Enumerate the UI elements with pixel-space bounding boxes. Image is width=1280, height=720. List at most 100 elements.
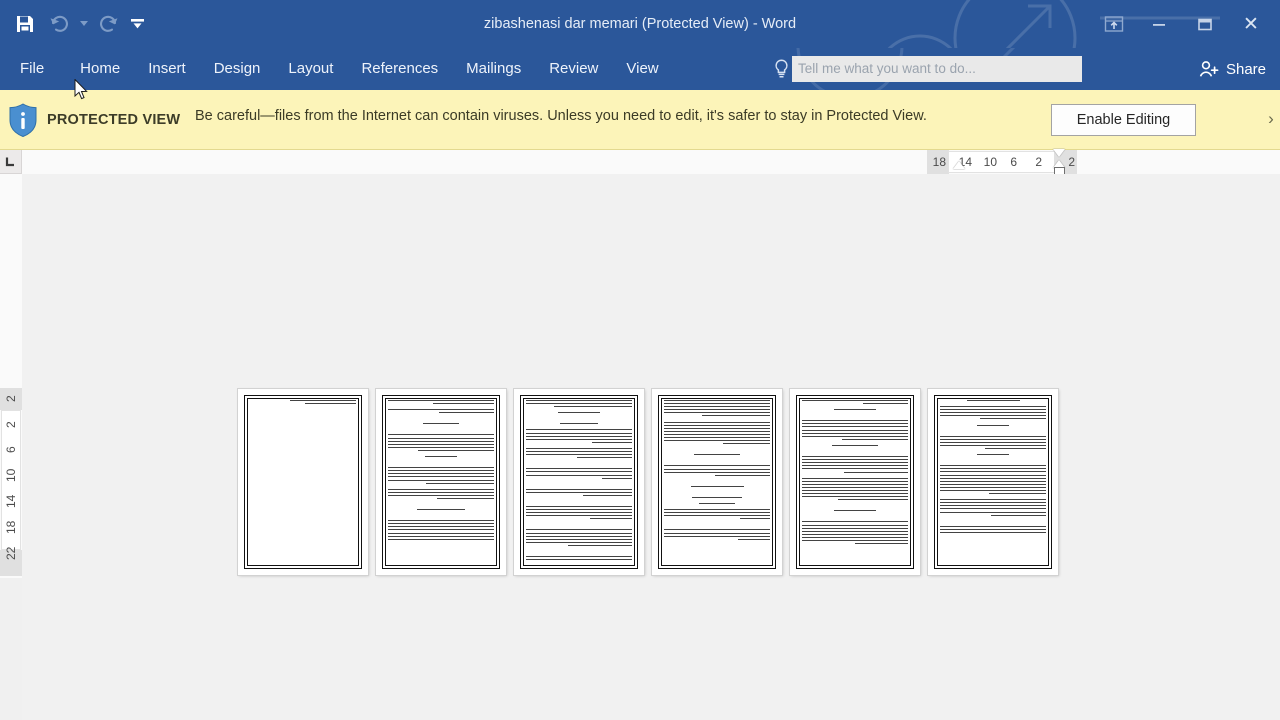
text-line	[388, 470, 494, 472]
save-button[interactable]	[8, 4, 42, 44]
paragraph	[526, 488, 632, 498]
paragraph	[526, 505, 632, 521]
tab-layout[interactable]: Layout	[274, 48, 347, 90]
text-line	[802, 486, 908, 488]
paragraph	[940, 525, 1046, 535]
text-line	[802, 426, 908, 428]
tab-stop-selector[interactable]	[0, 150, 22, 174]
maximize-restore-button[interactable]	[1182, 4, 1228, 44]
redo-button[interactable]	[92, 4, 126, 44]
text-line	[526, 438, 632, 440]
text-line	[388, 529, 494, 531]
text-line	[526, 509, 632, 511]
text-line	[940, 502, 1046, 504]
vruler-number-14: 14	[4, 494, 18, 508]
page-thumbnail-row	[238, 389, 1058, 575]
paragraph	[388, 520, 494, 542]
paragraph	[940, 424, 1046, 428]
text-line	[940, 406, 1046, 408]
ruler-number-2-right: 2	[1068, 155, 1075, 169]
paragraph	[388, 423, 494, 426]
tab-insert[interactable]: Insert	[134, 48, 200, 90]
share-person-icon	[1199, 61, 1219, 77]
text-line	[526, 471, 632, 473]
document-page[interactable]	[790, 389, 920, 575]
ribbon-display-options-icon	[1104, 16, 1124, 32]
text-line	[664, 440, 770, 442]
paragraph	[664, 485, 770, 489]
share-label: Share	[1225, 60, 1266, 78]
text-line	[664, 430, 770, 432]
document-page[interactable]	[514, 389, 644, 575]
text-line	[977, 424, 1009, 426]
text-line	[940, 444, 1046, 446]
text-line	[417, 449, 494, 451]
page-text-content	[802, 400, 908, 564]
text-line	[591, 441, 632, 443]
paragraph	[664, 529, 770, 541]
text-line	[664, 471, 770, 473]
text-line	[664, 406, 770, 408]
enable-editing-button[interactable]: Enable Editing	[1051, 104, 1196, 136]
minimize-button[interactable]	[1136, 4, 1182, 44]
tab-references[interactable]: References	[347, 48, 452, 90]
text-line	[388, 467, 494, 469]
text-line	[290, 400, 356, 401]
document-page[interactable]	[928, 389, 1058, 575]
text-line	[802, 540, 908, 541]
vertical-ruler[interactable]: 2 2 6 10 14 18 22	[0, 174, 22, 578]
document-canvas[interactable]	[22, 174, 1280, 720]
undo-icon	[50, 15, 68, 32]
paragraph	[526, 423, 632, 426]
paragraph	[250, 400, 356, 406]
tab-review[interactable]: Review	[535, 48, 612, 90]
ruler-number-6: 6	[1010, 155, 1017, 169]
undo-button[interactable]	[42, 4, 76, 44]
text-line	[802, 489, 908, 491]
text-line	[664, 437, 770, 439]
text-line	[691, 496, 743, 498]
word-window: zibashenasi dar memari (Protected View) …	[0, 0, 1280, 720]
text-line	[802, 459, 908, 461]
ribbon-tab-bar: File Home Insert Design Layout Reference…	[0, 48, 1280, 90]
text-line	[388, 437, 494, 439]
paragraph	[526, 412, 632, 415]
text-line	[526, 529, 632, 531]
text-line	[526, 559, 632, 561]
first-line-indent-marker[interactable]	[953, 161, 965, 169]
hanging-indent-marker-top[interactable]	[1053, 149, 1065, 157]
document-page[interactable]	[238, 389, 368, 575]
text-line	[940, 477, 1046, 479]
tab-home[interactable]: Home	[66, 48, 134, 90]
text-line	[802, 465, 908, 467]
window-controls: ✕	[1092, 0, 1280, 48]
text-line	[940, 505, 1046, 507]
customize-quick-access-toolbar-button[interactable]	[126, 4, 148, 44]
close-protected-view-bar-button[interactable]: ›	[1262, 106, 1280, 132]
tell-me-input[interactable]: Tell me what you want to do...	[792, 56, 1082, 82]
paragraph	[526, 429, 632, 444]
share-button[interactable]: Share	[1199, 48, 1266, 90]
undo-dropdown-caret-icon[interactable]	[76, 4, 92, 44]
text-line	[388, 434, 494, 436]
paragraph	[802, 456, 908, 475]
paragraph	[940, 465, 1046, 496]
text-line	[388, 520, 494, 522]
close-window-button[interactable]: ✕	[1228, 4, 1280, 44]
horizontal-ruler[interactable]: 18 14 10 6 2 2	[22, 149, 1280, 175]
paragraph	[664, 509, 770, 521]
text-line	[526, 512, 632, 514]
text-line	[940, 441, 1046, 443]
ruler-number-10: 10	[983, 155, 997, 169]
text-line	[831, 444, 879, 446]
tab-design[interactable]: Design	[200, 48, 275, 90]
text-line	[802, 533, 908, 535]
ribbon-display-options-button[interactable]	[1092, 4, 1136, 44]
minimize-icon	[1153, 24, 1165, 26]
document-page[interactable]	[652, 389, 782, 575]
tab-view[interactable]: View	[612, 48, 672, 90]
tab-mailings[interactable]: Mailings	[452, 48, 535, 90]
document-page[interactable]	[376, 389, 506, 575]
text-line	[940, 409, 1046, 411]
tab-file[interactable]: File	[0, 48, 66, 90]
